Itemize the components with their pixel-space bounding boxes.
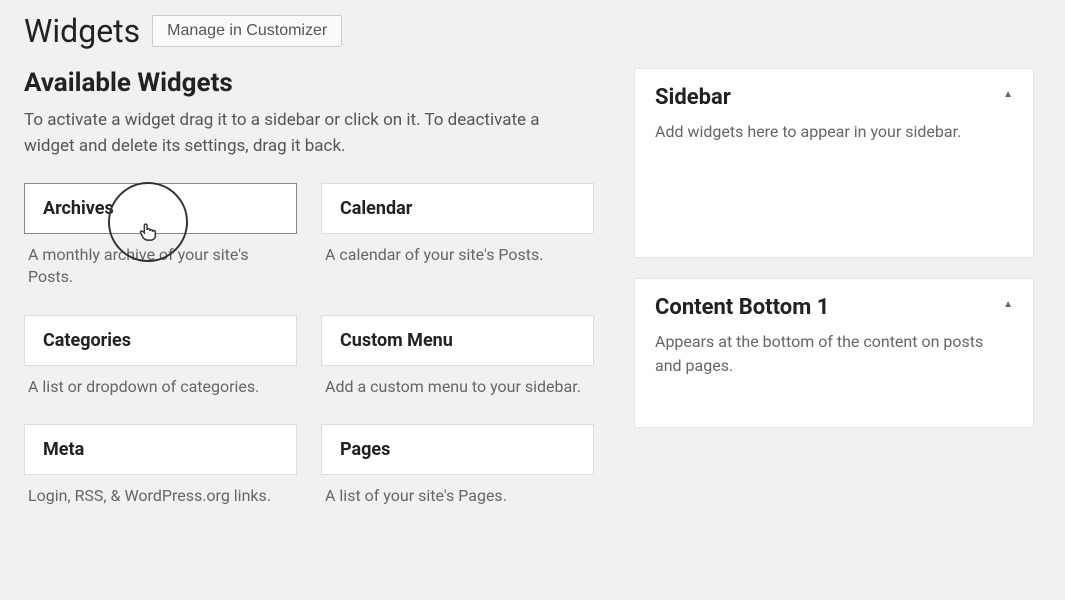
widget-categories-desc: A list or dropdown of categories. — [24, 376, 297, 412]
widget-meta-desc: Login, RSS, & WordPress.org links. — [24, 485, 297, 521]
page-title: Widgets — [24, 12, 140, 50]
widget-categories[interactable]: Categories — [24, 315, 297, 366]
widget-calendar[interactable]: Calendar — [321, 183, 594, 234]
widget-archives-title: Archives — [43, 198, 278, 219]
widget-meta-title: Meta — [43, 439, 278, 460]
widget-area-sidebar-title: Sidebar — [655, 85, 961, 110]
widget-custom-menu-desc: Add a custom menu to your sidebar. — [321, 376, 594, 412]
widget-archives-desc: A monthly archive of your site's Posts. — [24, 244, 297, 303]
manage-customizer-button[interactable]: Manage in Customizer — [152, 15, 342, 47]
widget-custom-menu[interactable]: Custom Menu — [321, 315, 594, 366]
widget-calendar-title: Calendar — [340, 198, 575, 219]
widget-area-content-bottom-1-title: Content Bottom 1 — [655, 295, 1003, 320]
widget-archives[interactable]: Archives — [24, 183, 297, 234]
available-widgets-title: Available Widgets — [24, 68, 594, 98]
collapse-arrow-icon[interactable]: ▲ — [1003, 85, 1013, 100]
widget-custom-menu-title: Custom Menu — [340, 330, 575, 351]
page-header: Widgets Manage in Customizer — [24, 0, 1041, 68]
widget-categories-title: Categories — [43, 330, 278, 351]
available-widgets-panel: Available Widgets To activate a widget d… — [24, 68, 594, 522]
widget-pages[interactable]: Pages — [321, 424, 594, 475]
widget-meta[interactable]: Meta — [24, 424, 297, 475]
widget-area-content-bottom-1-desc: Appears at the bottom of the content on … — [655, 330, 1003, 378]
widget-area-sidebar-desc: Add widgets here to appear in your sideb… — [655, 120, 961, 144]
collapse-arrow-icon[interactable]: ▲ — [1003, 295, 1013, 310]
widget-areas-panel: Sidebar Add widgets here to appear in yo… — [634, 68, 1034, 522]
available-widgets-description: To activate a widget drag it to a sideba… — [24, 108, 594, 159]
widget-pages-title: Pages — [340, 439, 575, 460]
widget-pages-desc: A list of your site's Pages. — [321, 485, 594, 521]
widget-area-content-bottom-1[interactable]: Content Bottom 1 Appears at the bottom o… — [634, 278, 1034, 428]
widget-calendar-desc: A calendar of your site's Posts. — [321, 244, 594, 280]
widget-area-sidebar[interactable]: Sidebar Add widgets here to appear in yo… — [634, 68, 1034, 258]
